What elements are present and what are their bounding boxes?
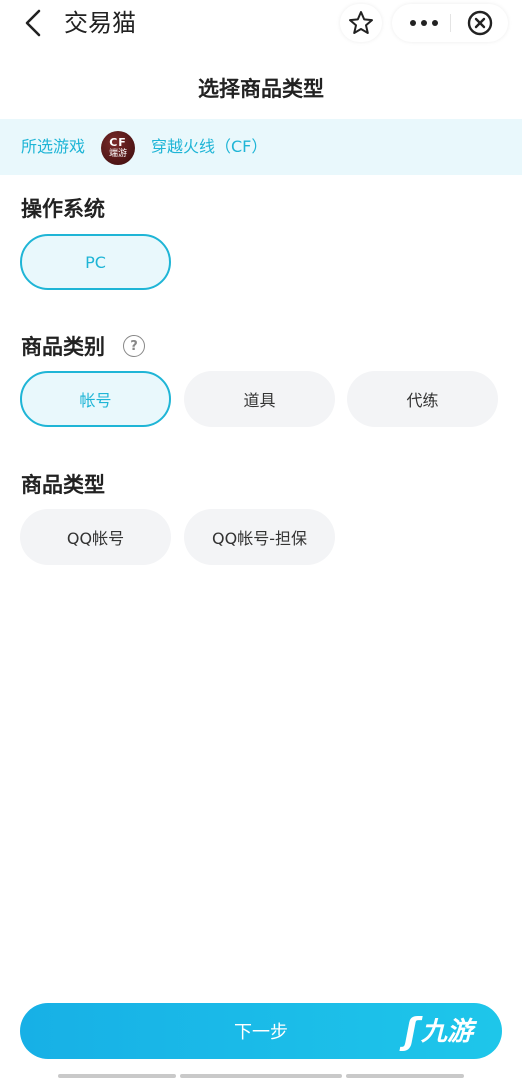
app-title: 交易猫 xyxy=(64,9,136,37)
type-option-qq-account[interactable]: QQ帐号 xyxy=(20,509,171,565)
star-icon xyxy=(349,11,373,34)
os-section-title: 操作系统 xyxy=(21,197,105,221)
page-title: 选择商品类型 xyxy=(198,77,324,101)
category-option-account[interactable]: 帐号 xyxy=(20,371,171,427)
mini-program-capsule xyxy=(392,4,508,42)
selected-game-banner: 所选游戏 CF 端游 穿越火线（CF） xyxy=(0,119,522,175)
selected-game-label: 所选游戏 xyxy=(21,137,86,156)
close-circle-icon xyxy=(467,10,493,36)
game-logo-text-top: CF xyxy=(109,135,127,149)
type-section-title: 商品类型 xyxy=(21,473,105,497)
watermark-mark: ʃ xyxy=(404,1011,419,1052)
home-indicator-right xyxy=(346,1074,464,1078)
os-option-pc[interactable]: PC xyxy=(20,234,171,290)
favorite-button[interactable] xyxy=(340,4,382,42)
home-indicator-left xyxy=(58,1074,176,1078)
category-option-leveling[interactable]: 代练 xyxy=(347,371,498,427)
selected-game-name: 穿越火线（CF） xyxy=(151,137,268,156)
question-circle-icon[interactable]: ? xyxy=(123,335,145,357)
more-button[interactable] xyxy=(398,4,450,42)
category-section-title: 商品类别 xyxy=(21,335,105,359)
close-button[interactable] xyxy=(454,4,506,42)
game-logo: CF 端游 xyxy=(101,131,135,165)
watermark-logo: ʃ 九游 xyxy=(404,1011,508,1053)
type-option-qq-account-guaranteed[interactable]: QQ帐号-担保 xyxy=(184,509,335,565)
game-logo-text-bottom: 端游 xyxy=(108,148,127,159)
top-nav-bar: 交易猫 xyxy=(0,0,522,46)
back-button[interactable] xyxy=(18,6,48,40)
category-option-items[interactable]: 道具 xyxy=(184,371,335,427)
home-indicator-middle xyxy=(180,1074,342,1078)
ellipsis-icon xyxy=(410,20,438,26)
capsule-divider xyxy=(450,14,451,32)
chevron-left-icon xyxy=(25,9,41,37)
watermark-text: 九游 xyxy=(420,1017,473,1047)
